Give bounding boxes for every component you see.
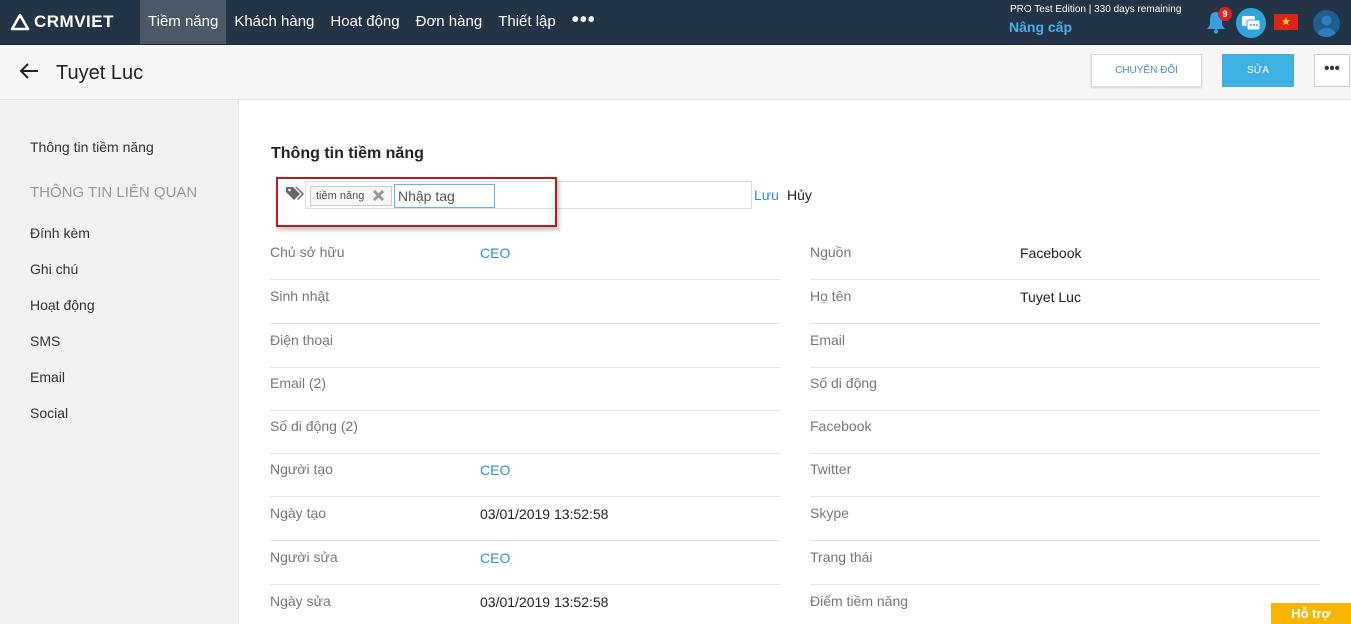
remove-tag-icon[interactable] [372,189,385,202]
field-label: Trạng thái [810,549,873,565]
vietnam-flag-icon[interactable]: ★ [1274,14,1298,30]
field-row-skype: Skype [810,497,1320,541]
field-label: Sinh nhật [270,288,330,304]
edition-text: PRO Test Edition | 330 days remaining [1010,4,1182,15]
field-row-trang-thai: Trạng thái [810,541,1320,585]
field-row-ho-ten: Họ tên Tuyet Luc [810,280,1320,324]
sidebar-item-thong-tin-tiem-nang[interactable]: Thông tin tiềm năng [30,139,154,155]
sidebar-item-dinh-kem[interactable]: Đính kèm [30,225,90,241]
cancel-tag-link[interactable]: Hủy [787,187,812,203]
field-row-chu-so-huu: Chủ sở hữu CEO [270,236,780,280]
field-label: Skype [810,505,849,521]
tag-chip-label: tiềm năng [316,190,365,202]
logo-text: CRMVIET [34,12,114,31]
sidebar-item-sms[interactable]: SMS [30,333,60,349]
user-avatar[interactable] [1313,10,1340,37]
field-row-twitter: Twitter [810,453,1320,497]
field-label: Số di động [810,375,877,391]
field-row-sinh-nhat: Sinh nhật [270,280,780,324]
crmviet-logo[interactable]: CRMVIET [10,11,114,33]
nav-more-button[interactable]: ••• [564,0,604,44]
field-row-nguoi-sua: Người sửa CEO [270,541,780,585]
field-row-ngay-sua: Ngày sửa 03/01/2019 13:52:58 [270,585,780,624]
page-title: Tuyet Luc [56,62,144,84]
field-row-nguon: Nguồn Facebook [810,236,1320,280]
nav-item-thiet-lap[interactable]: Thiết lập [490,0,564,44]
more-actions-button[interactable]: ••• [1314,54,1350,87]
logo-icon [10,13,30,31]
save-tag-link[interactable]: Lưu [754,187,779,203]
section-title: Thông tin tiềm năng [271,145,424,162]
sidebar-item-ghi-chu[interactable]: Ghi chú [30,261,78,277]
field-label: Email [810,332,846,348]
field-label: Người sửa [270,549,338,565]
field-row-diem-tiem-nang: Điểm tiềm năng [810,585,1320,624]
field-value: 03/01/2019 13:52:58 [480,594,609,610]
arrow-left-icon[interactable] [18,60,40,82]
sidebar-item-email[interactable]: Email [30,369,65,385]
nav-item-tiem-nang[interactable]: Tiềm năng [140,0,227,44]
field-row-email-2: Email (2) [270,367,780,411]
convert-button[interactable]: CHUYỂN ĐỔI [1091,54,1202,87]
support-button[interactable]: Hỗ trợ [1271,603,1351,624]
field-row-facebook: Facebook [810,410,1320,454]
field-label: Điện thoại [270,332,334,348]
field-row-so-di-dong-2: Số di động (2) [270,410,780,454]
top-navbar: CRMVIET Tiềm năng Khách hàng Hoạt động Đ… [0,0,1351,45]
field-value-link[interactable]: CEO [480,462,510,478]
field-value-link[interactable]: CEO [480,550,510,566]
field-value: 03/01/2019 13:52:58 [480,506,609,522]
tags-icon [286,187,304,200]
main-nav: Tiềm năng Khách hàng Hoạt động Đơn hàng … [140,0,604,44]
sidebar-item-social[interactable]: Social [30,405,68,421]
field-label: Người tạo [270,461,333,477]
field-row-ngay-tao: Ngày tạo 03/01/2019 13:52:58 [270,497,780,541]
field-value-link[interactable]: CEO [480,245,510,261]
sidebar-related-heading: THÔNG TIN LIÊN QUAN [30,184,198,201]
field-row-so-di-dong: Số di động [810,367,1320,411]
field-label: Facebook [810,418,872,434]
field-value: Tuyet Luc [1020,289,1081,305]
nav-item-hoat-dong[interactable]: Hoạt động [322,0,407,44]
record-header: Tuyet Luc CHUYỂN ĐỔI SỬA ••• [0,45,1351,100]
nav-item-don-hang[interactable]: Đơn hàng [408,0,491,44]
field-label: Chủ sở hữu [270,244,345,260]
edit-button[interactable]: SỬA [1222,54,1294,87]
notification-badge: 9 [1218,7,1232,21]
field-label: Nguồn [810,244,852,260]
field-row-nguoi-tao: Người tạo CEO [270,453,780,497]
flag-star: ★ [1281,16,1291,28]
field-label: Điểm tiềm năng [810,593,909,609]
upgrade-link[interactable]: Nâng cấp [1009,19,1072,35]
field-value: Facebook [1020,245,1082,261]
field-label: Số di động (2) [270,418,358,434]
tag-input[interactable] [394,184,495,208]
field-label: Email (2) [270,375,327,391]
sidebar-item-hoat-dong[interactable]: Hoạt động [30,297,95,313]
field-row-email: Email [810,324,1320,368]
nav-item-khach-hang[interactable]: Khách hàng [226,0,322,44]
field-label: Ngày tạo [270,505,327,521]
chat-icon[interactable] [1236,8,1266,38]
field-row-dien-thoai: Điện thoại [270,324,780,368]
field-label: Họ tên [810,288,852,304]
field-label: Twitter [810,461,852,477]
field-label: Ngày sửa [270,593,331,609]
detail-sidebar: Thông tin tiềm năng THÔNG TIN LIÊN QUAN … [0,100,239,624]
